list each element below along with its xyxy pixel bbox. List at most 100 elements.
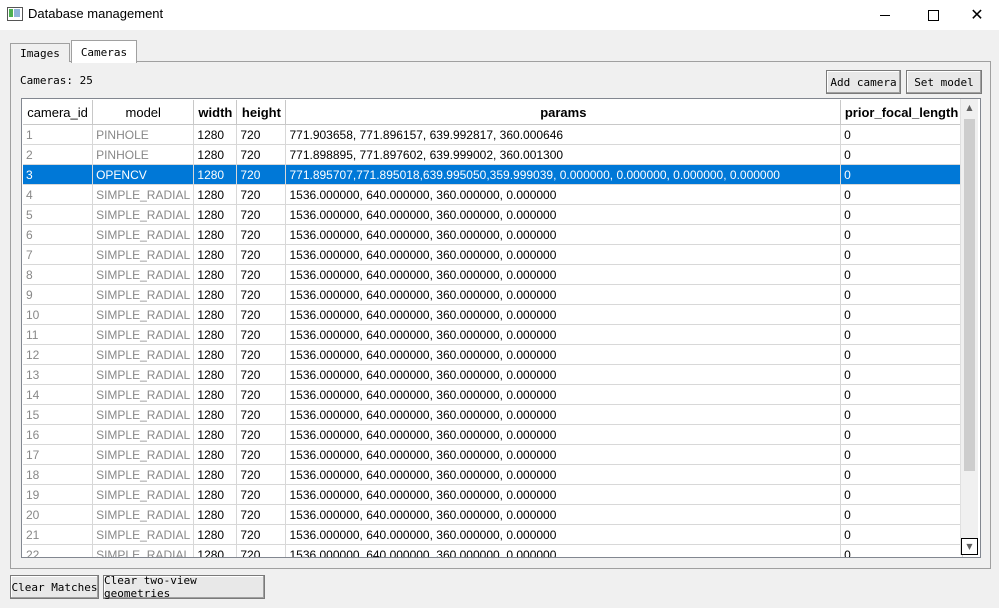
cell-width[interactable]: 1280 — [193, 364, 238, 385]
cell-prior-focal-length[interactable]: 0 — [840, 424, 963, 445]
cell-model[interactable]: OPENCV — [92, 164, 195, 185]
table-row[interactable]: 20 SIMPLE_RADIAL 1280 720 1536.000000, 640.0… — [23, 504, 963, 525]
cell-params[interactable]: 1536.000000, 640.000000, 360.000000, 0.0… — [285, 384, 842, 405]
cell-model[interactable]: SIMPLE_RADIAL — [92, 484, 195, 505]
scrollbar-thumb[interactable] — [964, 119, 975, 471]
cell-prior-focal-length[interactable]: 0 — [840, 364, 963, 385]
close-button[interactable]: ✕ — [954, 0, 999, 30]
table-row[interactable]: 22 SIMPLE_RADIAL 1280 720 1536.000000, 640.0… — [23, 544, 963, 557]
cell-model[interactable]: SIMPLE_RADIAL — [92, 204, 195, 225]
cell-prior-focal-length[interactable]: 0 — [840, 284, 963, 305]
cell-camera-id[interactable]: 9 — [23, 284, 94, 305]
cell-params[interactable]: 1536.000000, 640.000000, 360.000000, 0.0… — [285, 364, 842, 385]
cell-prior-focal-length[interactable]: 0 — [840, 144, 963, 165]
cell-camera-id[interactable]: 18 — [23, 464, 94, 485]
cell-camera-id[interactable]: 11 — [23, 324, 94, 345]
cell-model[interactable]: SIMPLE_RADIAL — [92, 424, 195, 445]
cell-prior-focal-length[interactable]: 0 — [840, 304, 963, 325]
cell-camera-id[interactable]: 10 — [23, 304, 94, 325]
cell-prior-focal-length[interactable]: 0 — [840, 204, 963, 225]
cell-model[interactable]: SIMPLE_RADIAL — [92, 284, 195, 305]
cell-camera-id[interactable]: 7 — [23, 244, 94, 265]
cell-width[interactable]: 1280 — [193, 164, 238, 185]
cell-height[interactable]: 720 — [236, 244, 287, 265]
cell-height[interactable]: 720 — [236, 124, 287, 145]
table-row[interactable]: 1 PINHOLE 1280 720 771.903658, 771.896157, 6… — [23, 124, 963, 145]
cell-prior-focal-length[interactable]: 0 — [840, 244, 963, 265]
column-header-camera-id[interactable]: camera_id — [23, 100, 94, 125]
cell-height[interactable]: 720 — [236, 284, 287, 305]
table-row[interactable]: 17 SIMPLE_RADIAL 1280 720 1536.000000, 640.0… — [23, 444, 963, 465]
cell-prior-focal-length[interactable]: 0 — [840, 464, 963, 485]
cell-height[interactable]: 720 — [236, 404, 287, 425]
cell-params[interactable]: 771.895707,771.895018,639.995050,359.999… — [285, 164, 842, 185]
cell-camera-id[interactable]: 14 — [23, 384, 94, 405]
cell-width[interactable]: 1280 — [193, 384, 238, 405]
cell-prior-focal-length[interactable]: 0 — [840, 324, 963, 345]
cell-camera-id[interactable]: 1 — [23, 124, 94, 145]
tab-cameras[interactable]: Cameras — [71, 40, 137, 63]
cell-width[interactable]: 1280 — [193, 424, 238, 445]
cell-model[interactable]: SIMPLE_RADIAL — [92, 244, 195, 265]
cell-model[interactable]: PINHOLE — [92, 124, 195, 145]
cell-model[interactable]: SIMPLE_RADIAL — [92, 304, 195, 325]
cell-model[interactable]: SIMPLE_RADIAL — [92, 264, 195, 285]
cell-params[interactable]: 1536.000000, 640.000000, 360.000000, 0.0… — [285, 264, 842, 285]
cell-params[interactable]: 1536.000000, 640.000000, 360.000000, 0.0… — [285, 524, 842, 545]
cell-height[interactable]: 720 — [236, 164, 287, 185]
cell-prior-focal-length[interactable]: 0 — [840, 224, 963, 245]
cell-params[interactable]: 1536.000000, 640.000000, 360.000000, 0.0… — [285, 404, 842, 425]
cell-prior-focal-length[interactable]: 0 — [840, 164, 963, 185]
table-row[interactable]: 10 SIMPLE_RADIAL 1280 720 1536.000000, 640.0… — [23, 304, 963, 325]
cell-params[interactable]: 1536.000000, 640.000000, 360.000000, 0.0… — [285, 324, 842, 345]
table-row[interactable]: 14 SIMPLE_RADIAL 1280 720 1536.000000, 640.0… — [23, 384, 963, 405]
cell-prior-focal-length[interactable]: 0 — [840, 484, 963, 505]
table-row[interactable]: 9 SIMPLE_RADIAL 1280 720 1536.000000, 640.00… — [23, 284, 963, 305]
maximize-button[interactable] — [910, 0, 956, 30]
cell-height[interactable]: 720 — [236, 184, 287, 205]
cell-model[interactable]: SIMPLE_RADIAL — [92, 524, 195, 545]
table-row[interactable]: 12 SIMPLE_RADIAL 1280 720 1536.000000, 640.0… — [23, 344, 963, 365]
cell-height[interactable]: 720 — [236, 444, 287, 465]
cell-params[interactable]: 1536.000000, 640.000000, 360.000000, 0.0… — [285, 204, 842, 225]
cell-width[interactable]: 1280 — [193, 484, 238, 505]
cell-camera-id[interactable]: 21 — [23, 524, 94, 545]
cell-model[interactable]: SIMPLE_RADIAL — [92, 444, 195, 465]
cell-params[interactable]: 1536.000000, 640.000000, 360.000000, 0.0… — [285, 464, 842, 485]
cell-height[interactable]: 720 — [236, 504, 287, 525]
minimize-button[interactable] — [862, 0, 908, 30]
cell-camera-id[interactable]: 12 — [23, 344, 94, 365]
cell-prior-focal-length[interactable]: 0 — [840, 544, 963, 557]
column-header-height[interactable]: height — [236, 100, 287, 125]
cell-prior-focal-length[interactable]: 0 — [840, 344, 963, 365]
cell-model[interactable]: SIMPLE_RADIAL — [92, 404, 195, 425]
cell-width[interactable]: 1280 — [193, 124, 238, 145]
table-row[interactable]: 15 SIMPLE_RADIAL 1280 720 1536.000000, 640.0… — [23, 404, 963, 425]
cell-prior-focal-length[interactable]: 0 — [840, 504, 963, 525]
cell-camera-id[interactable]: 20 — [23, 504, 94, 525]
cell-height[interactable]: 720 — [236, 224, 287, 245]
cell-width[interactable]: 1280 — [193, 444, 238, 465]
cell-prior-focal-length[interactable]: 0 — [840, 404, 963, 425]
cell-camera-id[interactable]: 16 — [23, 424, 94, 445]
cell-params[interactable]: 1536.000000, 640.000000, 360.000000, 0.0… — [285, 444, 842, 465]
cell-prior-focal-length[interactable]: 0 — [840, 524, 963, 545]
cell-prior-focal-length[interactable]: 0 — [840, 264, 963, 285]
cell-params[interactable]: 771.898895, 771.897602, 639.999002, 360.… — [285, 144, 842, 165]
cell-model[interactable]: PINHOLE — [92, 144, 195, 165]
table-row[interactable]: 5 SIMPLE_RADIAL 1280 720 1536.000000, 640.00… — [23, 204, 963, 225]
cell-height[interactable]: 720 — [236, 424, 287, 445]
cell-params[interactable]: 1536.000000, 640.000000, 360.000000, 0.0… — [285, 504, 842, 525]
cell-height[interactable]: 720 — [236, 384, 287, 405]
cell-model[interactable]: SIMPLE_RADIAL — [92, 504, 195, 525]
cell-width[interactable]: 1280 — [193, 324, 238, 345]
cell-camera-id[interactable]: 13 — [23, 364, 94, 385]
cell-width[interactable]: 1280 — [193, 544, 238, 557]
cell-height[interactable]: 720 — [236, 544, 287, 557]
cell-params[interactable]: 1536.000000, 640.000000, 360.000000, 0.0… — [285, 424, 842, 445]
cell-width[interactable]: 1280 — [193, 244, 238, 265]
cell-params[interactable]: 1536.000000, 640.000000, 360.000000, 0.0… — [285, 224, 842, 245]
scroll-down-arrow-icon[interactable]: ▼ — [961, 538, 978, 555]
table-row[interactable]: 21 SIMPLE_RADIAL 1280 720 1536.000000, 640.0… — [23, 524, 963, 545]
add-camera-button[interactable]: Add camera — [826, 70, 901, 94]
